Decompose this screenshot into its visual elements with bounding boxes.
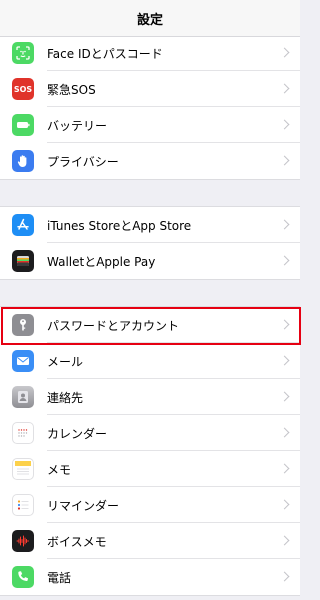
page-title: 設定 (136, 12, 163, 28)
settings-row-mail[interactable]: メール (0, 343, 300, 379)
settings-row-label: 緊急SOS (47, 82, 96, 97)
settings-row-itunes-app-store[interactable]: iTunes StoreとApp Store (0, 207, 300, 243)
voice-memos-icon (12, 530, 34, 552)
chevron-right-icon (279, 155, 290, 166)
chevron-right-icon (279, 255, 290, 266)
notes-icon (12, 458, 34, 480)
key-icon (12, 314, 34, 336)
settings-row-emergency-sos[interactable]: SOS 緊急SOS (0, 71, 300, 107)
mail-icon (12, 350, 34, 372)
wallet-icon (12, 250, 34, 272)
chevron-right-icon (279, 499, 290, 510)
chevron-right-icon (279, 427, 290, 438)
settings-row-label: リマインダー (47, 498, 120, 513)
calendar-icon (12, 422, 34, 444)
settings-row-reminders[interactable]: リマインダー (0, 487, 300, 523)
app-store-icon (12, 214, 34, 236)
settings-row-phone[interactable]: 電話 (0, 559, 300, 595)
settings-row-label: プライバシー (47, 154, 119, 169)
settings-row-privacy[interactable]: プライバシー (0, 143, 300, 179)
settings-row-contacts[interactable]: 連絡先 (0, 379, 300, 415)
settings-row-battery[interactable]: バッテリー (0, 107, 300, 143)
settings-row-label: メール (47, 354, 84, 369)
chevron-right-icon (279, 83, 290, 94)
chevron-right-icon (279, 463, 290, 474)
sos-icon: SOS (12, 78, 34, 100)
contacts-icon (12, 386, 34, 408)
chevron-right-icon (279, 219, 290, 230)
reminders-icon (12, 494, 34, 516)
settings-row-passwords-accounts[interactable]: パスワードとアカウント (0, 307, 300, 343)
settings-group-stores: iTunes StoreとApp Store WalletとApple Pay (0, 206, 300, 280)
settings-row-label: カレンダー (47, 426, 108, 441)
hand-icon (12, 150, 34, 172)
settings-row-label: パスワードとアカウント (47, 318, 180, 333)
settings-row-face-id[interactable]: Face IDとパスコード (0, 35, 300, 71)
settings-row-notes[interactable]: メモ (0, 451, 300, 487)
settings-row-label: WalletとApple Pay (47, 254, 156, 269)
settings-group-apps: パスワードとアカウント メール 連絡先 カレンダー メモ リマインダー ボイスメ… (0, 306, 300, 596)
navigation-bar: 設定 (0, 0, 300, 37)
chevron-right-icon (279, 391, 290, 402)
battery-icon (12, 114, 34, 136)
settings-row-label: メモ (47, 462, 72, 477)
chevron-right-icon (279, 319, 290, 330)
chevron-right-icon (279, 47, 290, 58)
face-id-icon (12, 42, 34, 64)
settings-row-label: 連絡先 (47, 390, 84, 405)
chevron-right-icon (279, 571, 290, 582)
settings-row-label: 電話 (47, 570, 72, 585)
settings-group-security: Face IDとパスコード SOS 緊急SOS バッテリー プライバシー (0, 34, 300, 180)
chevron-right-icon (279, 355, 290, 366)
settings-row-label: iTunes StoreとApp Store (47, 218, 192, 233)
chevron-right-icon (279, 535, 290, 546)
settings-row-calendar[interactable]: カレンダー (0, 415, 300, 451)
settings-row-label: ボイスメモ (47, 534, 107, 549)
settings-row-label: Face IDとパスコード (47, 46, 163, 61)
chevron-right-icon (279, 119, 290, 130)
settings-row-label: バッテリー (47, 118, 108, 133)
settings-row-wallet-apple-pay[interactable]: WalletとApple Pay (0, 243, 300, 279)
settings-row-voice-memos[interactable]: ボイスメモ (0, 523, 300, 559)
phone-icon (12, 566, 34, 588)
